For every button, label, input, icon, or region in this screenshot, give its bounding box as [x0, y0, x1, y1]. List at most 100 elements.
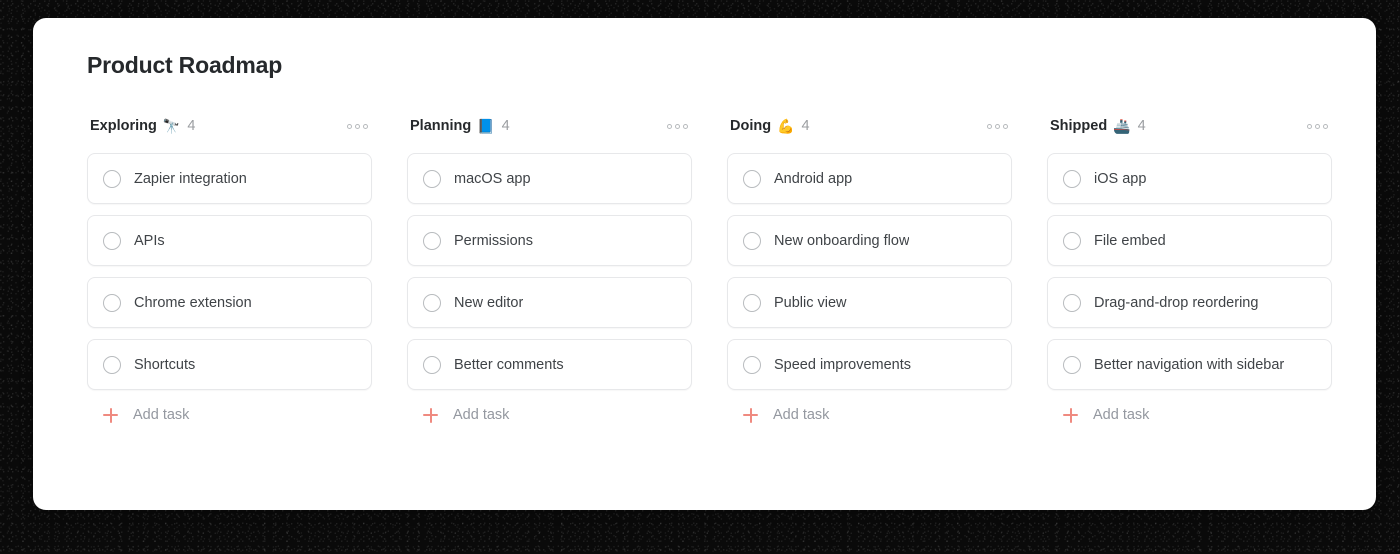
plus-icon [103, 407, 118, 423]
task-card[interactable]: Better comments [407, 339, 692, 390]
menu-dot [995, 123, 1000, 129]
kanban-column: Doing 💪 4 Android app New onboarding flow Pub… [727, 114, 1012, 429]
task-label: New onboarding flow [774, 232, 910, 249]
column-task-count: 4 [1137, 118, 1146, 134]
task-card[interactable]: Shortcuts [87, 339, 372, 390]
add-task-button[interactable]: Add task [407, 401, 692, 429]
task-label: APIs [134, 232, 165, 249]
task-checkbox-icon[interactable] [423, 355, 441, 374]
task-card[interactable]: Speed improvements [727, 339, 1012, 390]
task-label: Better comments [454, 356, 564, 373]
task-card[interactable]: Permissions [407, 215, 692, 266]
task-checkbox-icon[interactable] [743, 231, 761, 250]
task-label: Permissions [454, 232, 533, 249]
task-label: File embed [1094, 232, 1166, 249]
flexed-biceps-icon: 💪 [777, 118, 795, 134]
column-title: Exploring [90, 118, 157, 134]
more-horizontal-icon[interactable] [345, 120, 370, 133]
page-title: Product Roadmap [87, 52, 283, 78]
screenshot-frame: Product Roadmap Exploring 🔭 4 Zapier integr… [0, 0, 1400, 554]
add-task-label: Add task [133, 407, 190, 423]
menu-dot [1003, 123, 1008, 129]
kanban-columns: Exploring 🔭 4 Zapier integration APIs Chrome … [87, 114, 1376, 429]
add-task-label: Add task [773, 407, 830, 423]
task-checkbox-icon[interactable] [423, 293, 441, 312]
task-card[interactable]: Drag-and-drop reordering [1047, 277, 1332, 328]
task-card[interactable]: New editor [407, 277, 692, 328]
menu-dot [667, 123, 672, 129]
menu-dot [675, 123, 680, 129]
task-checkbox-icon[interactable] [103, 169, 121, 188]
task-card[interactable]: iOS app [1047, 153, 1332, 204]
add-task-button[interactable]: Add task [727, 401, 1012, 429]
ship-icon: 🚢 [1113, 118, 1131, 134]
menu-dot [347, 123, 352, 129]
column-task-count: 4 [187, 118, 196, 134]
menu-dot [683, 123, 688, 129]
plus-icon [1063, 407, 1078, 423]
add-task-label: Add task [1093, 407, 1150, 423]
add-task-label: Add task [453, 407, 510, 423]
column-task-count: 4 [801, 118, 810, 134]
task-checkbox-icon[interactable] [1063, 169, 1081, 188]
task-checkbox-icon[interactable] [423, 169, 441, 188]
menu-dot [355, 123, 360, 129]
task-checkbox-icon[interactable] [1063, 355, 1081, 374]
task-label: Speed improvements [774, 356, 912, 373]
task-label: macOS app [454, 170, 531, 187]
task-checkbox-icon[interactable] [743, 169, 761, 188]
plus-icon [423, 407, 438, 423]
column-task-count: 4 [501, 118, 510, 134]
blue-book-icon: 📘 [477, 118, 495, 134]
task-checkbox-icon[interactable] [1063, 231, 1081, 250]
task-card[interactable]: New onboarding flow [727, 215, 1012, 266]
more-horizontal-icon[interactable] [1305, 120, 1330, 133]
task-checkbox-icon[interactable] [1063, 293, 1081, 312]
menu-dot [1323, 123, 1328, 129]
plus-icon [743, 407, 758, 423]
task-card[interactable]: Chrome extension [87, 277, 372, 328]
column-header: Doing 💪 4 [727, 114, 1012, 138]
task-label: Public view [774, 294, 847, 311]
add-task-button[interactable]: Add task [87, 401, 372, 429]
task-checkbox-icon[interactable] [743, 355, 761, 374]
kanban-column: Planning 📘 4 macOS app Permissions New editor… [407, 114, 692, 429]
task-checkbox-icon[interactable] [103, 355, 121, 374]
task-checkbox-icon[interactable] [743, 293, 761, 312]
task-label: Chrome extension [134, 294, 252, 311]
telescope-icon: 🔭 [162, 118, 181, 134]
kanban-column: Shipped 🚢 4 iOS app File embed Drag-and-drop … [1047, 114, 1332, 429]
menu-dot [1307, 123, 1312, 129]
task-label: Zapier integration [134, 170, 247, 187]
task-card[interactable]: Public view [727, 277, 1012, 328]
task-label: Shortcuts [134, 356, 196, 373]
task-label: Drag-and-drop reordering [1094, 294, 1259, 311]
column-header: Shipped 🚢 4 [1047, 114, 1332, 138]
task-card[interactable]: Zapier integration [87, 153, 372, 204]
menu-dot [363, 123, 368, 129]
task-card[interactable]: Android app [727, 153, 1012, 204]
menu-dot [1315, 123, 1320, 129]
task-checkbox-icon[interactable] [103, 293, 121, 312]
task-card[interactable]: File embed [1047, 215, 1332, 266]
board-panel: Product Roadmap Exploring 🔭 4 Zapier integr… [33, 18, 1376, 510]
column-title: Shipped [1050, 118, 1108, 134]
task-card[interactable]: APIs [87, 215, 372, 266]
add-task-button[interactable]: Add task [1047, 401, 1332, 429]
column-title: Doing [730, 118, 772, 134]
task-label: Android app [774, 170, 853, 187]
task-card[interactable]: macOS app [407, 153, 692, 204]
task-label: Better navigation with sidebar [1094, 356, 1285, 373]
task-label: New editor [454, 294, 524, 311]
column-header: Exploring 🔭 4 [87, 114, 372, 138]
column-header: Planning 📘 4 [407, 114, 692, 138]
task-card[interactable]: Better navigation with sidebar [1047, 339, 1332, 390]
task-label: iOS app [1094, 170, 1147, 187]
menu-dot [987, 123, 992, 129]
more-horizontal-icon[interactable] [665, 120, 690, 133]
more-horizontal-icon[interactable] [985, 120, 1010, 133]
task-checkbox-icon[interactable] [103, 231, 121, 250]
task-checkbox-icon[interactable] [423, 231, 441, 250]
kanban-column: Exploring 🔭 4 Zapier integration APIs Chrome … [87, 114, 372, 429]
column-title: Planning [410, 118, 472, 134]
